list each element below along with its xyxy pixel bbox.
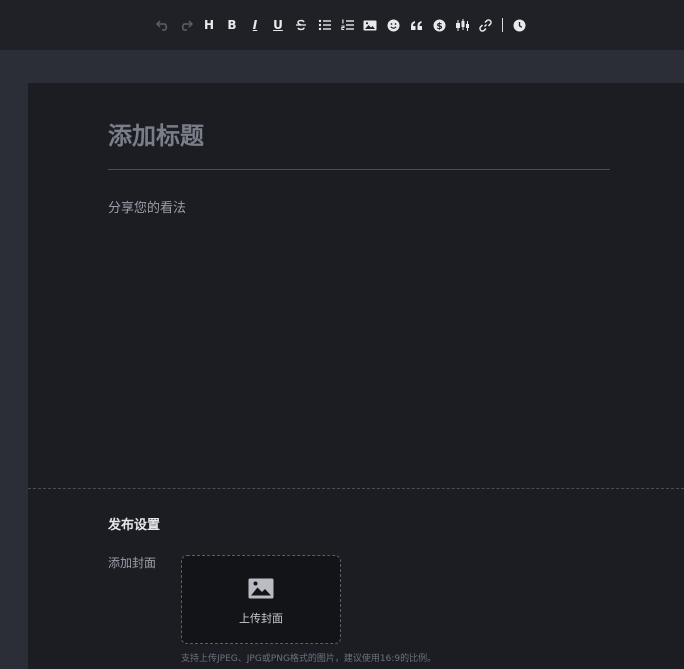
body-input[interactable]: 分享您的看法 — [108, 197, 610, 467]
bullet-list-icon[interactable] — [313, 14, 336, 36]
bold-button[interactable]: B — [221, 14, 244, 36]
clock-icon[interactable] — [508, 14, 531, 36]
numbered-list-icon[interactable] — [336, 14, 359, 36]
upload-hint: 支持上传JPEG、JPG或PNG格式的图片，建议使用16:9的比例。 — [181, 654, 437, 664]
dollar-icon[interactable]: $ — [428, 14, 451, 36]
redo-icon[interactable] — [175, 14, 198, 36]
underline-button[interactable]: U — [267, 14, 290, 36]
heading-button[interactable]: H — [198, 14, 221, 36]
image-icon — [248, 578, 274, 603]
strikethrough-icon[interactable] — [290, 14, 313, 36]
upload-cover-button[interactable]: 上传封面 — [181, 555, 341, 644]
section-divider — [28, 488, 684, 489]
left-gutter — [0, 50, 28, 669]
emoji-icon[interactable] — [382, 14, 405, 36]
quote-icon[interactable] — [405, 14, 428, 36]
title-input[interactable]: 添加标题 — [108, 119, 610, 170]
candlestick-icon[interactable] — [451, 14, 474, 36]
cover-label: 添加封面 — [108, 556, 157, 570]
svg-text:$: $ — [436, 22, 442, 32]
publish-settings-title: 发布设置 — [108, 518, 161, 533]
undo-icon[interactable] — [152, 14, 175, 36]
editor-panel: 添加标题 分享您的看法 发布设置 添加封面 上传封面 支持上传JPEG、JPG或… — [28, 83, 684, 669]
toolbar-separator — [501, 18, 503, 32]
italic-button[interactable]: I — [244, 14, 267, 36]
image-icon[interactable] — [359, 14, 382, 36]
editor-toolbar: H B I U $ — [0, 0, 684, 50]
toolbar-group: H B I U $ — [152, 14, 531, 36]
link-icon[interactable] — [474, 14, 497, 36]
upload-cover-label: 上传封面 — [239, 611, 283, 625]
